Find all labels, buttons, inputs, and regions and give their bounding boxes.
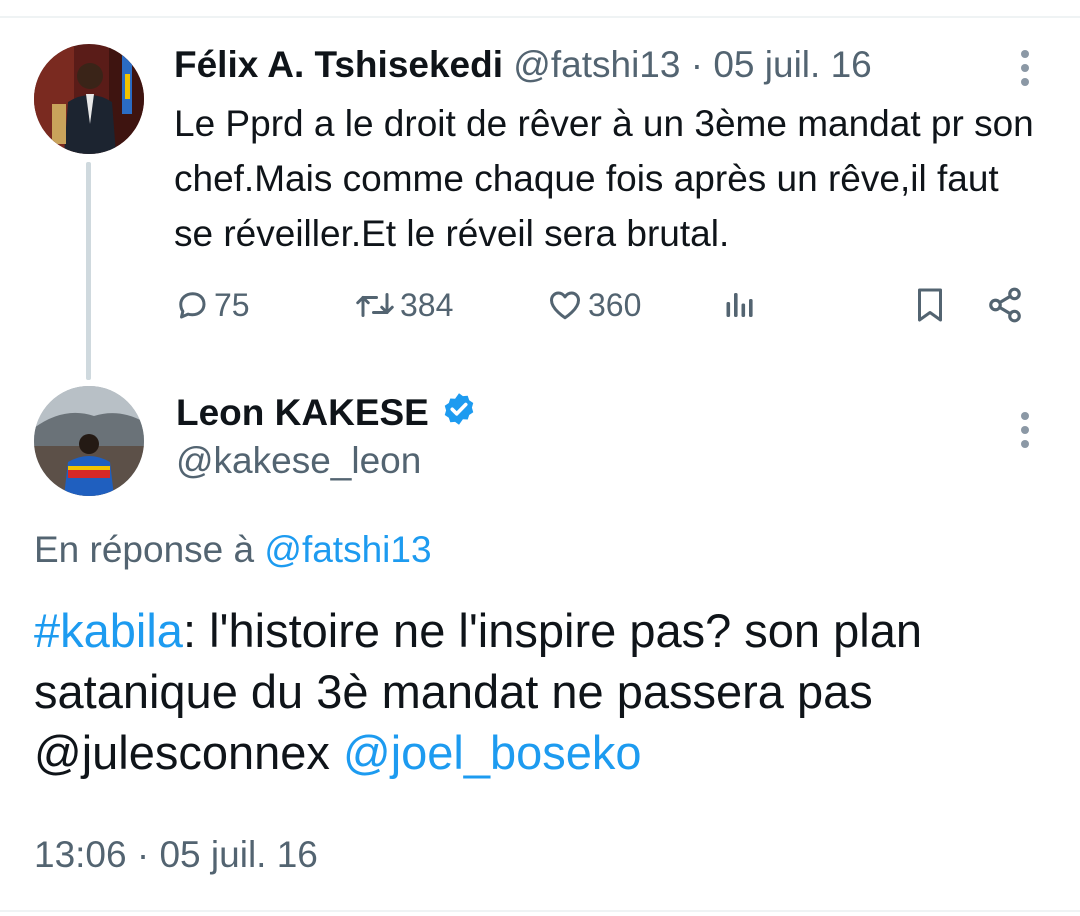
meta-separator: ·: [136, 834, 150, 875]
reply-count: 75: [214, 286, 250, 323]
original-tweet-text: Le Pprd a le droit de rêver à un 3ème ma…: [174, 103, 1034, 254]
original-author-name[interactable]: Félix A. Tshisekedi: [174, 44, 503, 85]
share-nodes-icon: [986, 286, 1024, 324]
reply-time: 13:06: [34, 834, 127, 875]
reply-button[interactable]: 75: [174, 280, 250, 330]
heart-icon: [546, 287, 584, 323]
verified-badge-icon: [429, 391, 477, 436]
thread-connector-line: [86, 162, 91, 380]
repost-button[interactable]: 384: [354, 280, 453, 330]
bookmark-icon: [912, 285, 948, 325]
meta-separator: ·: [690, 44, 704, 85]
reply-author-avatar[interactable]: [34, 386, 144, 496]
reply-author-name-row: Leon KAKESE: [176, 388, 477, 438]
like-count: 360: [588, 286, 642, 323]
reply-context: En réponse à @fatshi13: [34, 524, 432, 576]
share-button[interactable]: [986, 280, 1024, 330]
original-tweet-header: Félix A. Tshisekedi @fatshi13 · 05 juil.…: [174, 40, 872, 90]
mention-link[interactable]: @joel_boseko: [343, 726, 642, 779]
reply-author-handle[interactable]: @kakese_leon: [176, 436, 421, 486]
original-author-avatar[interactable]: [34, 44, 144, 154]
reply-date: 05 juil. 16: [159, 834, 318, 875]
reply-author-name[interactable]: Leon KAKESE: [176, 392, 429, 434]
bookmark-button[interactable]: [912, 280, 948, 330]
original-author-handle[interactable]: @fatshi13: [513, 44, 680, 85]
more-options-icon[interactable]: [1015, 48, 1035, 88]
original-tweet-actions: 75 384 360: [174, 280, 1034, 330]
views-button[interactable]: [722, 280, 758, 330]
reply-tweet-text: #kabila: l'histoire ne l'inspire pas? so…: [34, 600, 1054, 783]
repost-count: 384: [400, 286, 454, 323]
top-divider: [0, 16, 1080, 18]
reply-icon: [174, 287, 210, 323]
reply-timestamp[interactable]: 13:06 · 05 juil. 16: [34, 830, 318, 880]
hashtag-link[interactable]: #kabila: [34, 604, 183, 657]
reply-to-mention-link[interactable]: @fatshi13: [264, 529, 431, 570]
reply-prefix: En réponse à: [34, 529, 255, 570]
more-options-icon[interactable]: [1015, 410, 1035, 450]
original-tweet-date[interactable]: 05 juil. 16: [713, 44, 871, 85]
repost-icon: [354, 287, 396, 323]
analytics-bars-icon: [722, 287, 758, 323]
bottom-divider: [0, 910, 1080, 912]
like-button[interactable]: 360: [546, 280, 641, 330]
